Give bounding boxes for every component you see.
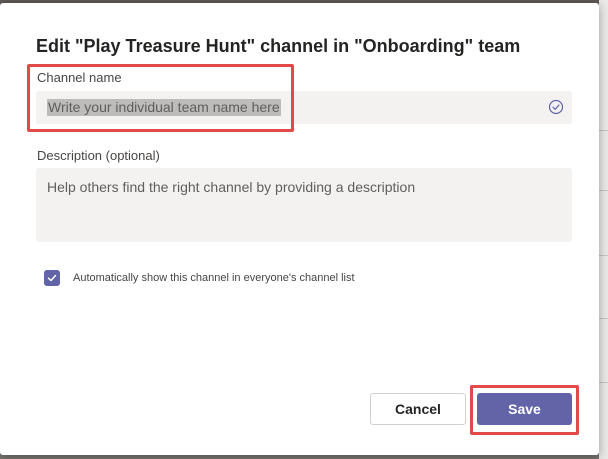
- circle-check-icon: [548, 99, 564, 115]
- dialog-title: Edit "Play Treasure Hunt" channel in "On…: [36, 36, 521, 56]
- checkmark-icon: [47, 274, 57, 282]
- description-textarea[interactable]: Help others find the right channel by pr…: [36, 168, 572, 242]
- auto-show-label: Automatically show this channel in every…: [73, 272, 355, 284]
- save-button-highlight: [470, 385, 579, 435]
- auto-show-checkbox[interactable]: [44, 270, 60, 286]
- description-placeholder: Help others find the right channel by pr…: [47, 179, 416, 195]
- edit-channel-dialog: Edit "Play Treasure Hunt" channel in "On…: [0, 3, 599, 455]
- background-app-edge: [599, 0, 608, 459]
- description-label: Description (optional): [37, 148, 160, 163]
- cancel-button[interactable]: Cancel: [370, 393, 466, 425]
- channel-name-highlight: [27, 64, 294, 132]
